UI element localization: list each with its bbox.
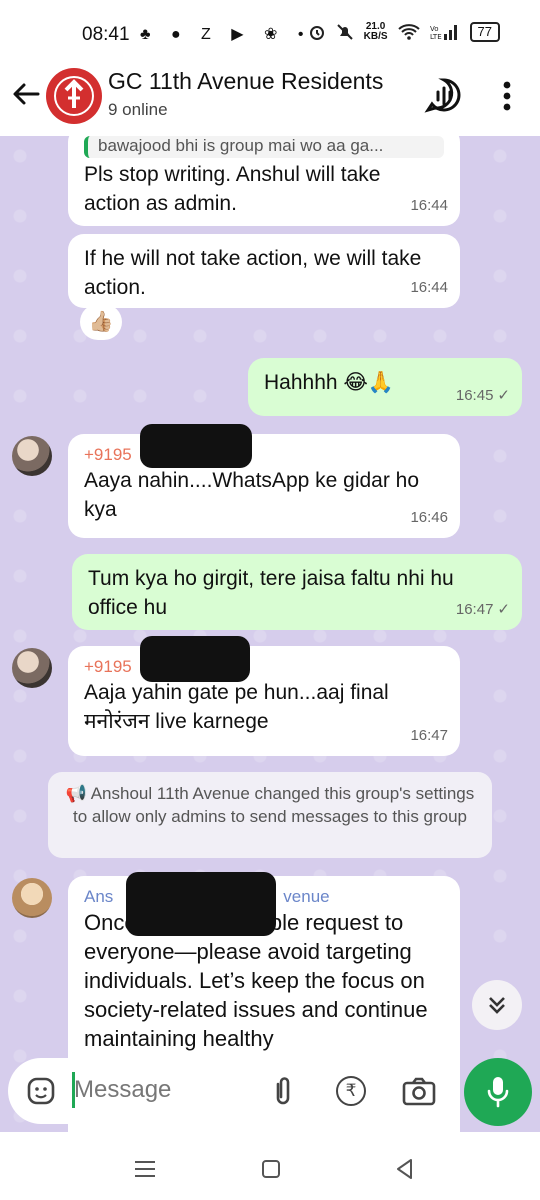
sent-check-icon: ✓ <box>497 387 510 404</box>
status-right: 21.0 KB/S Vo LTE 77 <box>308 22 500 42</box>
alarm-icon <box>309 26 324 40</box>
camera-icon[interactable] <box>402 1076 436 1106</box>
system-notice: 📢 Anshoul 11th Avenue changed this group… <box>48 772 492 858</box>
rupee-icon: ₹ <box>345 1081 357 1100</box>
home-icon[interactable] <box>256 1154 286 1184</box>
message-bubble-outgoing[interactable]: Tum kya ho girgit, tere jaisa faltu nhi … <box>72 554 522 630</box>
quoted-message[interactable]: bawajood bhi is group mai wo aa ga... <box>84 136 444 158</box>
message-text: Tum kya ho girgit, tere jaisa faltu nhi … <box>88 567 454 619</box>
status-bar: 08:41 ♣ ● Z ▶ ❀ • 21.0 KB/S Vo LTE 77 <box>0 0 540 62</box>
sender-phone[interactable]: +9195 <box>84 656 444 678</box>
chat-header: GC 11th Avenue Residents 9 online <box>0 62 540 136</box>
double-chevron-down-icon <box>489 997 505 1014</box>
reaction-badge[interactable]: 👍🏼 <box>80 304 122 340</box>
voice-record-button[interactable] <box>464 1058 532 1126</box>
message-text: Pls stop writing. Anshul will take actio… <box>84 163 381 215</box>
sticker-icon[interactable] <box>26 1076 56 1106</box>
sender-phone[interactable]: +9195 <box>84 444 444 466</box>
message-text: Aaja yahin gate pe hun...aaj final मनोरं… <box>84 681 389 733</box>
message-time: 16:46 <box>410 509 448 526</box>
recents-menu-icon[interactable] <box>130 1154 160 1184</box>
sender-name-start: Ans <box>84 887 114 906</box>
scroll-to-bottom-button[interactable] <box>472 980 522 1030</box>
svg-text:Vo: Vo <box>430 25 439 33</box>
message-time-status: 16:47 ✓ <box>456 595 510 624</box>
message-bubble[interactable]: +9195 Aaja yahin gate pe hun...aaj final… <box>68 646 460 756</box>
attach-icon[interactable] <box>270 1074 296 1108</box>
back-nav-icon[interactable] <box>390 1154 420 1184</box>
sender-avatar[interactable] <box>12 436 52 476</box>
message-bubble[interactable]: bawajood bhi is group mai wo aa ga... Pl… <box>68 136 460 226</box>
redaction-block <box>126 872 276 936</box>
network-speed: 21.0 KB/S <box>364 22 388 42</box>
notification-icons: ♣ ● Z ▶ ❀ • <box>140 26 312 43</box>
sent-check-icon: ✓ <box>497 601 510 618</box>
microphone-icon <box>487 1077 509 1108</box>
back-arrow-icon[interactable] <box>8 76 44 112</box>
redaction-block <box>140 424 252 468</box>
message-time: 16:47 <box>410 727 448 744</box>
status-time: 08:41 <box>82 24 130 45</box>
wifi-icon <box>397 24 420 40</box>
message-composer[interactable]: Message ₹ <box>8 1058 456 1124</box>
message-time: 16:44 <box>410 197 448 214</box>
message-bubble[interactable]: +9195 Aaya nahin....WhatsApp ke gidar ho… <box>68 434 460 538</box>
message-time: 16:45 <box>455 387 494 404</box>
redaction-block <box>140 636 250 682</box>
group-avatar[interactable] <box>46 68 102 124</box>
message-time: 16:47 <box>455 601 494 618</box>
sender-avatar[interactable] <box>12 648 52 688</box>
mute-icon <box>336 24 353 40</box>
message-list[interactable]: bawajood bhi is group mai wo aa ga... Pl… <box>0 136 540 1132</box>
message-time-status: 16:45 ✓ <box>456 381 510 410</box>
svg-text:LTE: LTE <box>430 33 442 41</box>
more-options-icon[interactable] <box>494 78 520 114</box>
system-nav-bar <box>0 1140 540 1200</box>
message-bubble-outgoing[interactable]: Hahhhh 😂🙏 16:45 ✓ <box>248 358 522 416</box>
speed-unit: KB/S <box>363 31 388 42</box>
message-bubble[interactable]: If he will not take action, we will take… <box>68 234 460 308</box>
message-time: 16:44 <box>410 279 448 296</box>
voice-chat-icon[interactable] <box>424 76 464 116</box>
online-count: 9 online <box>108 100 168 119</box>
message-text: If he will not take action, we will take… <box>84 247 422 299</box>
signal-icon: VoLTE <box>430 25 457 41</box>
message-text: Aaya nahin....WhatsApp ke gidar ho kya <box>84 469 420 521</box>
group-title[interactable]: GC 11th Avenue Residents <box>108 68 383 95</box>
battery-indicator: 77 <box>469 22 500 42</box>
message-input[interactable]: Message <box>74 1076 171 1104</box>
payment-button[interactable]: ₹ <box>336 1076 366 1106</box>
group-logo-icon <box>47 69 101 123</box>
sender-avatar[interactable] <box>12 878 52 918</box>
sender-name-end: venue <box>283 887 330 906</box>
